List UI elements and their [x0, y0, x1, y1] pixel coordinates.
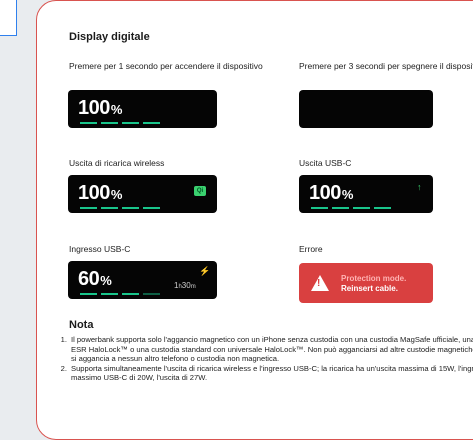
nota-title: Nota [69, 319, 94, 331]
note-item: 1. Il powerbank supporta solo l'aggancio … [60, 335, 473, 363]
power-on-level-bars [80, 122, 160, 124]
error-line-2: Reinsert cable. [341, 284, 398, 293]
notes-list: 1. Il powerbank supporta solo l'aggancio … [37, 335, 473, 383]
wireless-display: 100% Qi [68, 175, 217, 213]
section-title: Display digitale [69, 31, 150, 43]
wireless-level-bars [80, 207, 160, 209]
wireless-caption: Uscita di ricarica wireless [69, 158, 165, 168]
remaining-time: 1h30m [174, 281, 196, 290]
power-on-display: 100% [68, 90, 217, 128]
error-caption: Errore [299, 244, 323, 254]
wireless-value: 100% [78, 182, 122, 204]
up-arrow-icon: ↑ [417, 182, 422, 192]
usbc-input-level-bars [80, 293, 160, 295]
usbc-input-display: 60% ⚡ 1h30m [68, 261, 217, 299]
warning-exclamation: ! [317, 278, 321, 289]
usbc-output-caption: Uscita USB-C [299, 158, 352, 168]
error-display: ! Protection mode. Reinsert cable. [299, 263, 433, 303]
error-line-1: Protection mode. [341, 274, 407, 283]
note-item: 2. Supporta simultaneamente l'uscita di r… [60, 363, 473, 383]
display-info-card: Display digitale Premere per 1 secondo p… [36, 0, 473, 440]
usbc-output-value: 100% [309, 182, 353, 204]
power-off-caption: Premere per 3 secondi per spegnere il di… [299, 61, 473, 71]
usbc-input-caption: Ingresso USB-C [69, 244, 131, 254]
usbc-input-value: 60% [78, 268, 112, 290]
power-on-value: 100% [78, 97, 122, 119]
side-tab[interactable] [0, 0, 17, 36]
usbc-output-level-bars [311, 207, 391, 209]
usbc-output-display: 100% ↑ [299, 175, 433, 213]
qi-wireless-icon: Qi [194, 186, 206, 196]
power-on-caption: Premere per 1 secondo per accendere il d… [69, 61, 263, 71]
power-off-display [299, 90, 433, 128]
lightning-icon: ⚡ [199, 266, 211, 276]
